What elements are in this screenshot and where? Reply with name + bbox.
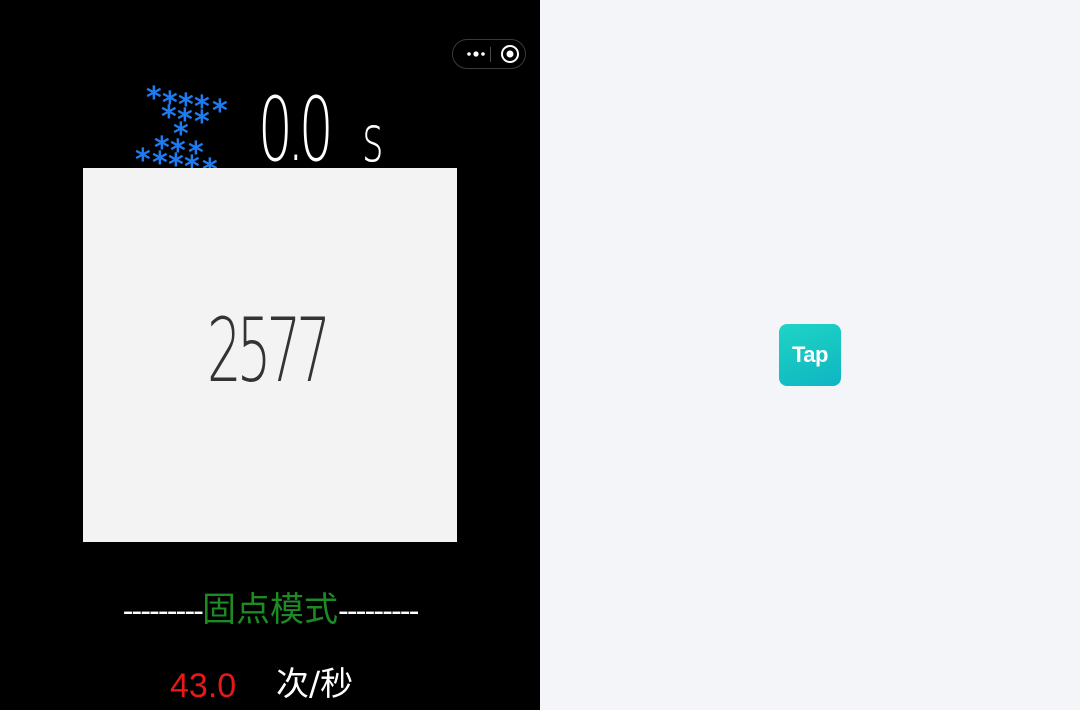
tap-area[interactable]: 2577 <box>83 168 457 542</box>
close-target-icon[interactable] <box>496 40 524 68</box>
star-glyph: * <box>146 81 162 116</box>
more-dots-icon[interactable] <box>463 40 489 68</box>
miniprogram-capsule <box>452 39 526 69</box>
mode-dashes-left: --------- <box>122 594 204 629</box>
mode-name: 固点模式 <box>202 590 338 630</box>
speed-value: 43.0 <box>170 667 237 705</box>
click-count: 2577 <box>207 299 331 402</box>
capsule-divider <box>490 47 491 62</box>
timer-unit: s <box>362 103 384 177</box>
mode-line: ---------固点模式--------- <box>0 585 540 635</box>
logo-text: Tap <box>792 342 828 367</box>
taptap-logo-icon: Tap <box>779 324 841 386</box>
game-panel: * * * * * * * * * * * * * * * * * 0.0 s … <box>0 0 540 710</box>
side-panel: Tap <box>540 0 1080 710</box>
speed-unit: 次/秒 <box>276 664 354 703</box>
star-glyph: * <box>194 105 210 140</box>
timer-value: 0.0 <box>258 78 334 181</box>
star-glyph: * <box>212 94 228 129</box>
mode-dashes-right: --------- <box>338 594 419 629</box>
